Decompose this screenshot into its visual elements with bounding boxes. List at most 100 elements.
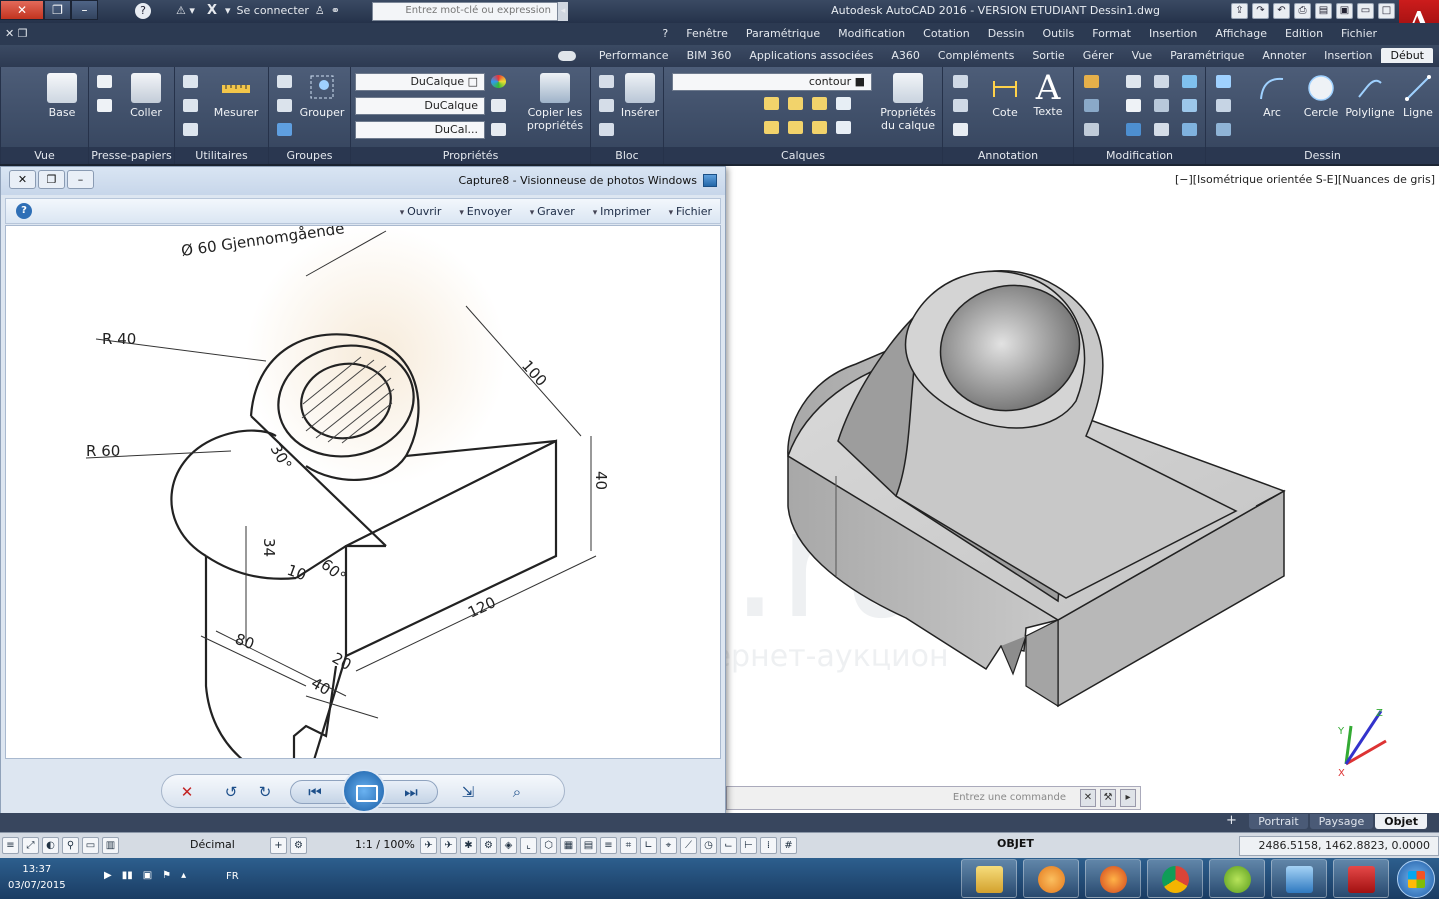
arc-tool[interactable]: Arc xyxy=(1252,73,1292,119)
gear-icon[interactable]: ⚙ xyxy=(290,837,307,854)
panel-vue-title[interactable]: Vue xyxy=(1,147,88,164)
tab-annoter[interactable]: Annoter xyxy=(1253,48,1315,63)
polygon-icon[interactable] xyxy=(1216,75,1231,88)
tab-performance[interactable]: Performance xyxy=(590,48,678,63)
explode-icon[interactable] xyxy=(1084,99,1099,112)
list-icon[interactable] xyxy=(491,123,506,136)
quick-properties-icon[interactable]: ▥ xyxy=(102,837,119,854)
clean-screen-icon[interactable]: ◐ xyxy=(42,837,59,854)
layer-on-icon[interactable] xyxy=(764,97,779,110)
panel-utilitaires-title[interactable]: Utilitaires xyxy=(175,147,268,164)
viewer-minimize-button[interactable]: – xyxy=(67,170,94,189)
actual-size-icon[interactable]: ⇲ xyxy=(457,781,479,803)
tray-expand-icon[interactable]: ▴ xyxy=(181,870,186,881)
ungroup-icon[interactable] xyxy=(277,75,292,88)
offset-icon[interactable] xyxy=(1084,123,1099,136)
mesurer-tool[interactable]: Mesurer xyxy=(211,73,261,119)
fullscreen-icon[interactable]: ⤢ xyxy=(22,837,39,854)
color-combo[interactable]: DuCalque □ xyxy=(355,73,485,91)
layer-match-icon[interactable] xyxy=(836,97,851,110)
cut-icon[interactable] xyxy=(97,75,112,88)
array-icon[interactable] xyxy=(1126,123,1141,136)
share-icon[interactable]: ⇪ xyxy=(1231,3,1248,19)
panel-annotation-title[interactable]: Annotation xyxy=(943,147,1073,164)
ligne-tool[interactable]: Ligne xyxy=(1396,73,1439,119)
zoom-icon[interactable]: ⌕ xyxy=(506,781,528,803)
snap-icon[interactable]: ⁞ xyxy=(760,837,777,854)
save-icon[interactable]: ▣ xyxy=(1336,3,1353,19)
start-button[interactable] xyxy=(1397,860,1435,898)
plot-icon[interactable]: ⎙ xyxy=(1294,3,1311,19)
binoculars-icon[interactable]: ⚭ xyxy=(331,4,340,17)
delete-icon[interactable]: ✕ xyxy=(176,781,198,803)
menu-edition[interactable]: Edition xyxy=(1285,27,1323,40)
taskbar-explorer[interactable] xyxy=(961,859,1017,898)
taskbar-chrome[interactable] xyxy=(1147,859,1203,898)
viewer-menu-graver[interactable]: Graver xyxy=(530,205,575,218)
undo-icon[interactable]: ↶ xyxy=(1273,3,1290,19)
copy-clip-icon[interactable] xyxy=(97,99,112,112)
previous-icon[interactable]: ⏮ xyxy=(304,781,326,803)
dynamic-input-icon[interactable]: ⌗ xyxy=(620,837,637,854)
isodraft-icon[interactable]: ⟋ xyxy=(680,837,697,854)
trim-icon[interactable] xyxy=(1126,75,1141,88)
flag-icon[interactable]: ⚑ xyxy=(162,870,171,881)
tab-paysage[interactable]: Paysage xyxy=(1309,814,1374,829)
polyligne-tool[interactable]: Polyligne xyxy=(1342,73,1398,119)
transparency-icon[interactable]: ▤ xyxy=(580,837,597,854)
doc-window-controls[interactable]: ✕ ❐ xyxy=(5,27,28,40)
coller-tool[interactable]: Coller xyxy=(123,73,169,119)
selection-cycling-icon[interactable]: ▦ xyxy=(560,837,577,854)
viewer-menu-fichier[interactable]: Fichier xyxy=(669,205,712,218)
panel-dessin-title[interactable]: Dessin xyxy=(1206,147,1439,164)
menu-help[interactable]: ? xyxy=(662,27,668,40)
layer-freeze-icon[interactable] xyxy=(788,97,803,110)
layer-unisolate-icon[interactable] xyxy=(788,121,803,134)
ortho-icon[interactable]: ⌙ xyxy=(720,837,737,854)
menu-parametrique[interactable]: Paramétrique xyxy=(746,27,820,40)
erase-icon[interactable] xyxy=(1084,75,1099,88)
add-layout-icon[interactable]: + xyxy=(1226,813,1237,828)
tab-parametrique[interactable]: Paramétrique xyxy=(1161,48,1253,63)
3d-osnap-icon[interactable]: ◈ xyxy=(500,837,517,854)
tab-insertion[interactable]: Insertion xyxy=(1315,48,1381,63)
layer-thaw-icon[interactable] xyxy=(812,121,827,134)
leader-icon[interactable] xyxy=(953,99,968,112)
scale-icon[interactable] xyxy=(1154,123,1169,136)
linetype-combo[interactable]: DuCalque xyxy=(355,97,485,115)
copier-proprietes-tool[interactable]: Copier les propriétés xyxy=(521,73,589,132)
grouper-tool[interactable]: Grouper xyxy=(297,71,347,119)
calculator-icon[interactable] xyxy=(183,123,198,136)
menu-affichage[interactable]: Affichage xyxy=(1215,27,1267,40)
new-icon[interactable]: □ xyxy=(1378,3,1395,19)
texte-tool[interactable]: A Texte xyxy=(1027,71,1069,118)
panel-presse-papiers-title[interactable]: Presse-papiers xyxy=(89,147,174,164)
hatch-icon[interactable] xyxy=(1216,99,1231,112)
taskbar-media[interactable] xyxy=(1023,859,1079,898)
menu-cotation[interactable]: Cotation xyxy=(923,27,970,40)
ucs-dynamic-icon[interactable]: ⚙ xyxy=(480,837,497,854)
lineweight-icon[interactable] xyxy=(491,99,506,112)
polar-icon[interactable]: ◷ xyxy=(700,837,717,854)
viewer-restore-button[interactable]: ❐ xyxy=(38,170,65,189)
region-icon[interactable] xyxy=(1216,123,1231,136)
menu-fenetre[interactable]: Fenêtre xyxy=(686,27,728,40)
menu-outils[interactable]: Outils xyxy=(1042,27,1074,40)
tab-debut[interactable]: Début xyxy=(1381,48,1433,63)
model-viewport[interactable]: [−][Isométrique orientée S-E][Nuances de… xyxy=(726,166,1439,813)
connect-area[interactable]: ▾ Se connecter ♙ ⚭ xyxy=(225,4,340,17)
tab-vue[interactable]: Vue xyxy=(1123,48,1162,63)
copy-icon[interactable] xyxy=(1182,99,1197,112)
table-icon[interactable] xyxy=(953,123,968,136)
group-edit-icon[interactable] xyxy=(277,99,292,112)
signal-icon[interactable]: ▮▮ xyxy=(122,870,133,881)
infer-icon[interactable]: ⊢ xyxy=(740,837,757,854)
viewer-menu-ouvrir[interactable]: Ouvrir xyxy=(400,205,441,218)
taskbar-autocad[interactable] xyxy=(1333,859,1389,898)
quick-select-icon[interactable] xyxy=(183,99,198,112)
annotation-visibility-icon[interactable]: ✈ xyxy=(420,837,437,854)
color-wheel-icon[interactable] xyxy=(491,75,506,88)
menu-modification[interactable]: Modification xyxy=(838,27,905,40)
show-desktop-icon[interactable]: ▶ xyxy=(104,870,112,881)
linear-dim-icon[interactable] xyxy=(953,75,968,88)
